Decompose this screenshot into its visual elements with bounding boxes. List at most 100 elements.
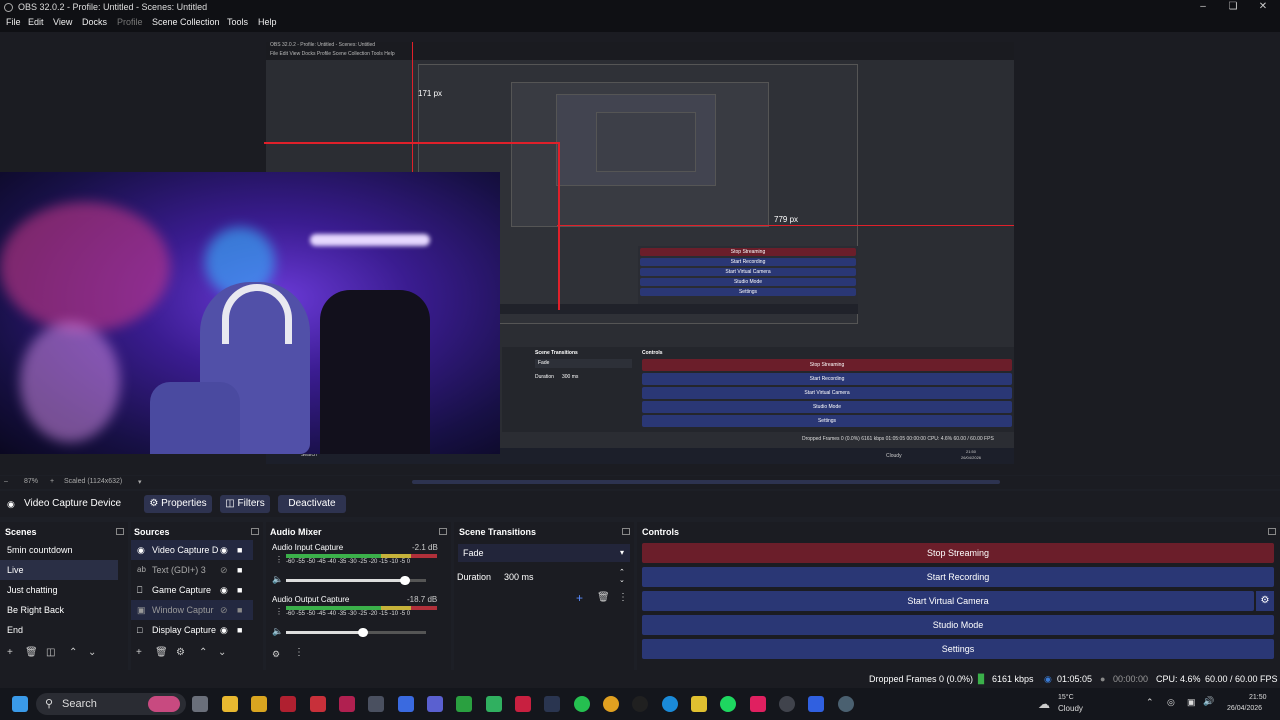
add-transition-icon[interactable]: +	[576, 591, 583, 605]
speaker-icon[interactable]: 🔈	[272, 626, 283, 637]
scene-item[interactable]: End	[0, 620, 118, 640]
edge-icon[interactable]	[662, 696, 678, 712]
source-item[interactable]: □ Display Capture ◉ ■	[131, 620, 253, 640]
mixer-popout-icon[interactable]	[439, 528, 447, 535]
obs-icon[interactable]	[779, 696, 795, 712]
lock-icon[interactable]: ■	[237, 580, 242, 600]
mixer-menu-icon[interactable]: ⋮	[294, 647, 304, 658]
app-icon[interactable]	[838, 696, 854, 712]
source-properties-icon[interactable]: ⚙	[176, 647, 185, 658]
clock-time[interactable]: 21:50	[1249, 694, 1267, 701]
stop-streaming-button[interactable]: Stop Streaming	[642, 543, 1274, 563]
speaker-icon[interactable]: 🔈	[272, 574, 283, 585]
app-icon[interactable]	[808, 696, 824, 712]
chrome-icon[interactable]	[603, 696, 619, 712]
app-icon[interactable]	[339, 696, 355, 712]
source-item[interactable]: ⎕ Game Capture ◉ ■	[131, 580, 253, 600]
eye-hidden-icon[interactable]: ⊘	[220, 600, 228, 620]
stepper-up-icon[interactable]: ⌃	[619, 568, 625, 576]
file-explorer-icon[interactable]	[222, 696, 238, 712]
advanced-audio-icon[interactable]: ⚙	[272, 649, 280, 660]
stepper-down-icon[interactable]: ⌄	[619, 576, 625, 584]
taskbar-search[interactable]: ⚲ Search	[36, 693, 186, 715]
minimize-button[interactable]: –	[1188, 0, 1218, 16]
app-icon[interactable]	[251, 696, 267, 712]
maximize-button[interactable]: ❏	[1218, 0, 1248, 16]
move-up-icon[interactable]: ⌃	[69, 647, 77, 658]
app-icon[interactable]	[632, 696, 648, 712]
menu-scene-collection[interactable]: Scene Collection	[152, 17, 220, 27]
remove-source-icon[interactable]: 🗑	[155, 647, 168, 658]
transitions-popout-icon[interactable]	[622, 528, 630, 535]
app-icon[interactable]	[691, 696, 707, 712]
clock-date[interactable]: 26/04/2026	[1227, 705, 1262, 712]
app-icon[interactable]	[280, 696, 296, 712]
zoom-dropdown-icon[interactable]: ▾	[138, 478, 142, 486]
settings-button[interactable]: Settings	[642, 639, 1274, 659]
whatsapp-icon[interactable]	[574, 696, 590, 712]
source-item[interactable]: ab Text (GDI+) 3 ⊘ ■	[131, 560, 253, 580]
zoom-scaled[interactable]: Scaled (1124x632)	[64, 478, 122, 485]
menu-profile[interactable]: Profile	[117, 17, 143, 27]
lock-icon[interactable]: ■	[237, 560, 242, 580]
zoom-minus[interactable]: –	[4, 478, 8, 485]
studio-mode-button[interactable]: Studio Mode	[642, 615, 1274, 635]
volume-slider-handle[interactable]	[358, 628, 368, 637]
properties-button[interactable]: ⚙ Properties	[144, 495, 212, 513]
tiktok-icon[interactable]	[750, 696, 766, 712]
app-icon[interactable]	[515, 696, 531, 712]
virtual-camera-settings-icon[interactable]: ⚙	[1256, 591, 1274, 611]
menu-docks[interactable]: Docks	[82, 17, 107, 27]
lock-icon[interactable]: ■	[237, 620, 242, 640]
menu-help[interactable]: Help	[258, 17, 277, 27]
volume-icon[interactable]: 🔊	[1203, 696, 1214, 707]
menu-file[interactable]: File	[6, 17, 21, 27]
controls-popout-icon[interactable]	[1268, 528, 1276, 535]
close-button[interactable]: ✕	[1248, 0, 1278, 16]
start-virtual-camera-button[interactable]: Start Virtual Camera	[642, 591, 1254, 611]
scene-item[interactable]: Be Right Back	[0, 600, 118, 620]
app-icon[interactable]	[368, 696, 384, 712]
app-icon[interactable]	[427, 696, 443, 712]
app-icon[interactable]	[456, 696, 472, 712]
video-capture-device-preview[interactable]	[0, 172, 500, 454]
eye-hidden-icon[interactable]: ⊘	[220, 560, 228, 580]
channel-menu-icon[interactable]: ⋮	[275, 607, 283, 616]
transition-menu-icon[interactable]: ⋮	[618, 592, 628, 603]
app-icon[interactable]	[310, 696, 326, 712]
network-icon[interactable]: ▣	[1187, 697, 1196, 708]
channel-menu-icon[interactable]: ⋮	[275, 555, 283, 564]
move-up-icon[interactable]: ⌃	[199, 647, 207, 658]
lock-icon[interactable]: ■	[237, 540, 242, 560]
add-source-icon[interactable]: +	[136, 647, 142, 658]
transition-select[interactable]: Fade ▾	[458, 544, 630, 562]
scenes-popout-icon[interactable]	[116, 528, 124, 535]
menu-view[interactable]: View	[53, 17, 72, 27]
volume-slider-handle[interactable]	[400, 576, 410, 585]
remove-scene-icon[interactable]: 🗑	[25, 647, 38, 658]
lock-icon[interactable]: ■	[237, 600, 242, 620]
add-scene-icon[interactable]: +	[7, 647, 13, 658]
eye-icon[interactable]: ◉	[220, 540, 228, 560]
mic-icon[interactable]: ◎	[1167, 697, 1175, 708]
start-recording-button[interactable]: Start Recording	[642, 567, 1274, 587]
source-item[interactable]: ◉ Video Capture D ◉ ■	[131, 540, 253, 560]
move-down-icon[interactable]: ⌄	[88, 647, 96, 658]
sources-popout-icon[interactable]	[251, 528, 259, 535]
remove-transition-icon[interactable]: 🗑	[597, 592, 610, 603]
app-icon[interactable]	[486, 696, 502, 712]
zoom-plus[interactable]: +	[50, 478, 54, 485]
menu-tools[interactable]: Tools	[227, 17, 248, 27]
app-icon[interactable]	[398, 696, 414, 712]
menu-edit[interactable]: Edit	[28, 17, 44, 27]
eye-icon[interactable]: ◉	[220, 620, 228, 640]
scene-filters-icon[interactable]: ◫	[46, 647, 55, 658]
spotify-icon[interactable]	[720, 696, 736, 712]
duration-input[interactable]: 300 ms ⌃ ⌄	[500, 568, 630, 586]
scene-item[interactable]: 5min countdown	[0, 540, 118, 560]
eye-icon[interactable]: ◉	[220, 580, 228, 600]
source-item[interactable]: ▣ Window Captur ⊘ ■	[131, 600, 253, 620]
preview-scrollbar[interactable]	[412, 480, 1000, 484]
move-down-icon[interactable]: ⌄	[218, 647, 226, 658]
filters-button[interactable]: ◫ Filters	[220, 495, 270, 513]
